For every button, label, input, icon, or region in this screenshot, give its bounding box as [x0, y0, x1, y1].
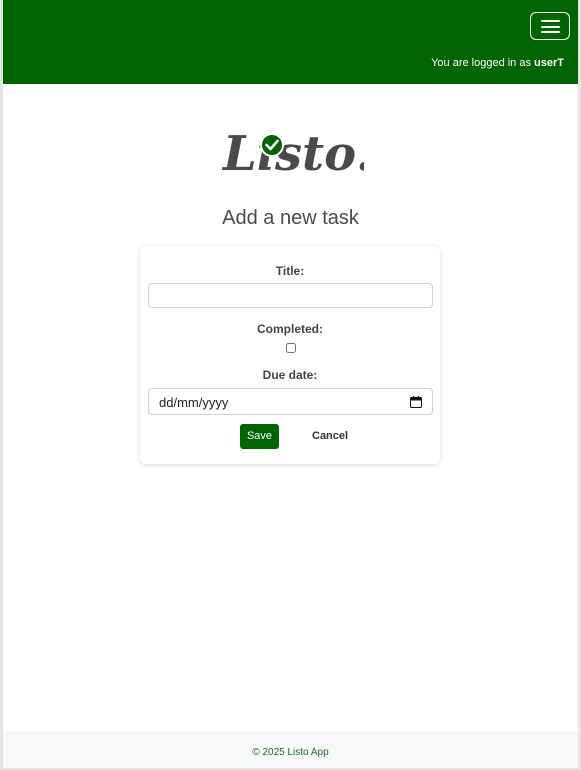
- hamburger-line: [541, 25, 560, 28]
- app-viewport: You are logged in as userT Listo! Add a …: [3, 0, 578, 768]
- task-form-card: Title: Completed: Due date: dd/mm/yyyy S…: [140, 246, 440, 464]
- cancel-link[interactable]: Cancel: [312, 430, 348, 442]
- title-input[interactable]: [148, 283, 433, 308]
- footer-copyright: © 2025 Listo App: [252, 747, 329, 758]
- menu-toggle-button[interactable]: [530, 12, 570, 40]
- login-prefix: You are logged in as: [431, 57, 535, 69]
- calendar-icon[interactable]: [410, 396, 422, 408]
- completed-checkbox[interactable]: [286, 343, 296, 353]
- top-navbar: You are logged in as userT: [3, 0, 578, 84]
- save-button[interactable]: Save: [240, 424, 279, 449]
- page-title: Add a new task: [222, 207, 359, 229]
- check-circle-icon: [260, 133, 284, 157]
- username: userT: [534, 57, 564, 69]
- title-label: Title:: [275, 264, 305, 278]
- hamburger-line: [541, 31, 560, 33]
- due-date-label: Due date:: [262, 368, 318, 382]
- login-status: You are logged in as userT: [431, 57, 564, 69]
- listo-logo: Listo!: [221, 126, 364, 180]
- due-date-placeholder: dd/mm/yyyy: [159, 395, 229, 410]
- due-date-input[interactable]: dd/mm/yyyy: [148, 388, 433, 415]
- footer: © 2025 Listo App: [3, 731, 578, 768]
- completed-label: Completed:: [257, 322, 323, 336]
- logo-text: Listo!: [221, 126, 364, 180]
- hamburger-line: [541, 20, 560, 22]
